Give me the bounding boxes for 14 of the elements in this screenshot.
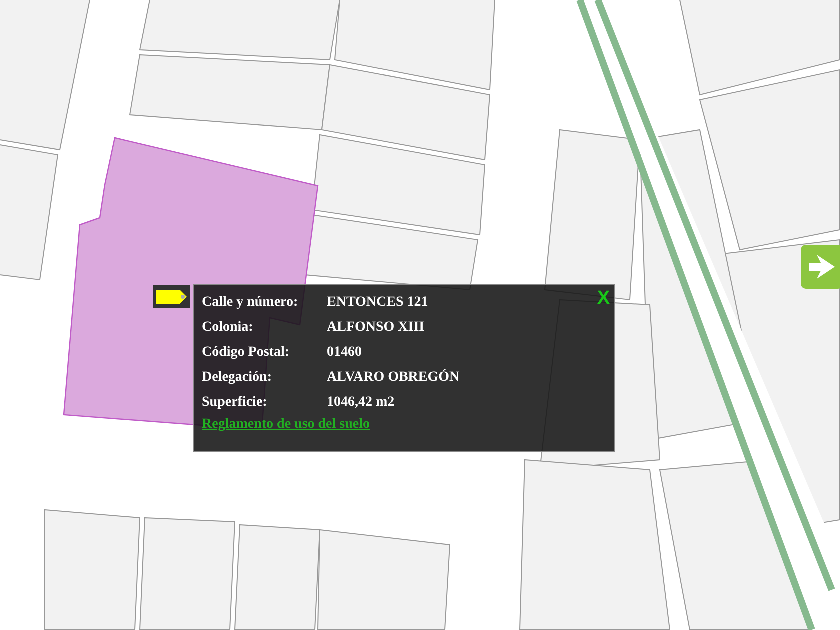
field-label: Superficie: (202, 394, 268, 412)
field-label: Código Postal: (202, 344, 290, 362)
field-label: Delegación: (202, 369, 272, 387)
field-value: ENTONCES 121 (327, 294, 428, 312)
field-label: Calle y número: (202, 294, 298, 312)
close-button[interactable]: X (595, 288, 612, 310)
field-label: Colonia: (202, 319, 254, 337)
field-value: ALFONSO XIII (327, 319, 425, 337)
field-value: 1046,42 m2 (327, 394, 395, 412)
field-value: 01460 (327, 344, 362, 362)
arrow-icon (807, 253, 837, 281)
regulation-link[interactable]: Reglamento de uso del suelo (202, 417, 370, 433)
marker-icon[interactable] (153, 285, 191, 309)
field-value: ALVARO OBREGÓN (327, 368, 460, 387)
